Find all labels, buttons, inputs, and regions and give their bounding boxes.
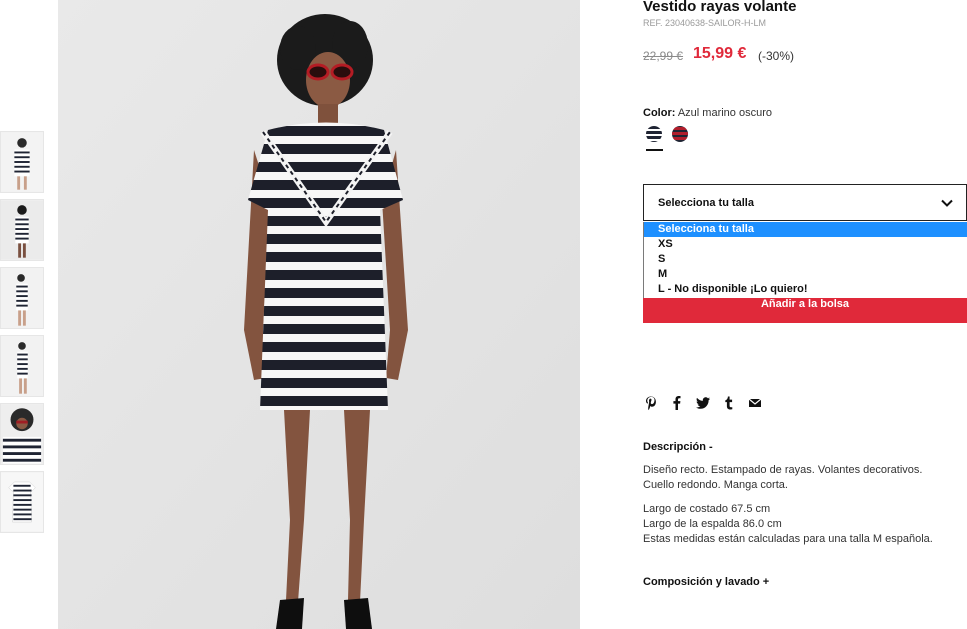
size-option-l[interactable]: L - No disponible ¡Lo quiero! [644,282,967,297]
pinterest-icon[interactable] [643,395,659,411]
composition-toggle[interactable]: Composición y lavado + [643,576,769,588]
email-icon[interactable] [747,395,763,411]
thumbnail-4[interactable] [0,335,44,397]
description-toggle[interactable]: Descripción - [643,441,713,453]
add-to-bag-button[interactable]: Añadir a la bolsa [643,298,967,323]
thumbnail-3[interactable] [0,267,44,329]
product-reference: REF. 23040638-SAILOR-H-LM [643,18,767,28]
discount-badge: (-30%) [758,49,795,63]
facebook-icon[interactable] [669,395,685,411]
main-product-photo[interactable] [58,0,580,629]
description-line: Diseño recto. Estampado de rayas. Volant… [643,464,923,476]
description-line: Largo de costado 67.5 cm [643,503,771,515]
size-option-placeholder[interactable]: Selecciona tu talla [644,222,967,237]
color-swatch-navy[interactable] [646,126,662,142]
color-swatch-red[interactable] [672,126,688,142]
size-select-value: Selecciona tu talla [658,197,754,209]
size-dropdown-list: Selecciona tu talla XS S M L - No dispon… [643,222,967,298]
chevron-down-icon [941,199,953,207]
product-title: Vestido rayas volante [643,0,797,15]
color-value: Azul marino oscuro [677,107,772,119]
thumbnail-5[interactable] [0,403,44,465]
twitter-icon[interactable] [695,395,711,411]
original-price: 22,99 € [643,49,684,63]
thumbnail-2[interactable] [0,199,44,261]
color-label: Color: Azul marino oscuro [643,107,772,119]
selected-swatch-indicator [646,149,663,151]
size-option-xs[interactable]: XS [644,237,967,252]
description-line: Estas medidas están calculadas para una … [643,533,933,545]
thumbnail-1[interactable] [0,131,44,193]
thumbnail-strip [0,131,44,539]
color-label-prefix: Color: [643,107,676,119]
description-line: Largo de la espalda 86.0 cm [643,518,782,530]
size-select[interactable]: Selecciona tu talla [643,184,967,221]
size-option-s[interactable]: S [644,252,967,267]
description-line: Cuello redondo. Manga corta. [643,479,788,491]
thumbnail-6[interactable] [0,471,44,533]
size-option-m[interactable]: M [644,267,967,282]
tumblr-icon[interactable] [721,395,737,411]
sale-price: 15,99 € [693,45,747,62]
